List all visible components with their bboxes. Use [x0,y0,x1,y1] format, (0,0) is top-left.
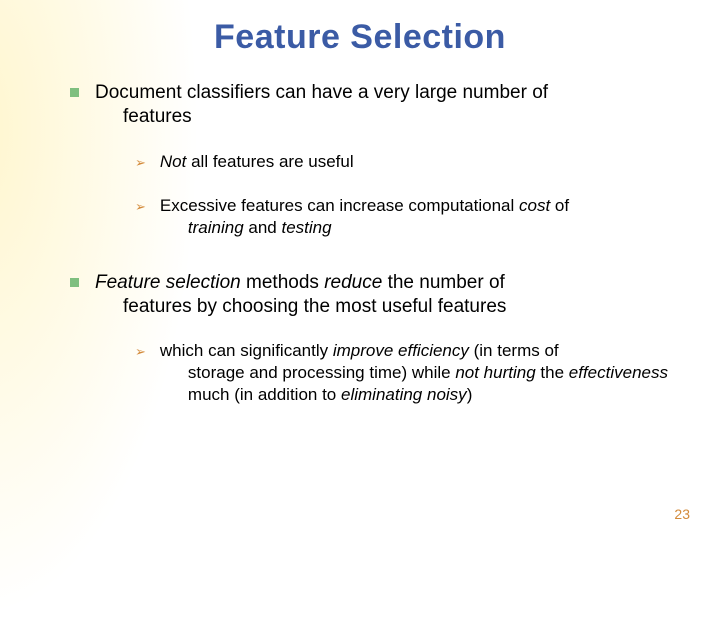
bullet-text: Not all features are useful [160,151,680,173]
arrow-bullet-icon: ➢ [135,155,146,172]
bullet-level1: Document classifiers can have a very lar… [70,81,680,129]
italic-text: effectiveness [569,363,668,382]
square-bullet-icon [70,88,79,97]
text: Document classifiers can have a very lar… [95,82,548,103]
square-bullet-icon [70,278,79,287]
text: all features are useful [186,152,353,171]
text: storage and processing time) while [188,363,455,382]
bullet-level1: Feature selection methods reduce the num… [70,271,680,319]
text: methods [241,272,324,293]
italic-text: testing [281,218,331,237]
text-continuation: features by choosing the most useful fea… [95,295,680,319]
italic-text: eliminating noisy [341,385,467,404]
arrow-bullet-icon: ➢ [135,344,146,361]
text: the number of [382,272,505,293]
italic-text: not hurting [455,363,535,382]
text: much (in addition to [188,385,341,404]
text-continuation: storage and processing time) while not h… [160,362,680,406]
italic-text: improve efficiency [333,341,469,360]
text: (in terms of [469,341,559,360]
slide-container: Feature Selection Document classifiers c… [0,0,720,540]
bullet-level2: ➢ which can significantly improve effici… [135,340,680,406]
italic-text: cost [519,196,550,215]
text-continuation: training and testing [160,217,680,239]
italic-text: Feature selection [95,272,241,293]
italic-text: reduce [324,272,382,293]
bullet-text: Feature selection methods reduce the num… [95,271,680,319]
slide-title: Feature Selection [40,18,680,57]
bullet-text: Document classifiers can have a very lar… [95,81,680,129]
text: the [536,363,569,382]
text-continuation: features [95,105,680,129]
bullet-text: Excessive features can increase computat… [160,195,680,239]
text: which can significantly [160,341,333,360]
text: and [244,218,282,237]
arrow-bullet-icon: ➢ [135,199,146,216]
italic-text: training [188,218,244,237]
bullet-level2: ➢ Not all features are useful [135,151,680,173]
text: Excessive features can increase computat… [160,196,519,215]
bullet-text: which can significantly improve efficien… [160,340,680,406]
text: of [550,196,569,215]
bullet-level2: ➢ Excessive features can increase comput… [135,195,680,239]
text: ) [467,385,473,404]
page-number: 23 [674,506,690,522]
italic-text: Not [160,152,186,171]
